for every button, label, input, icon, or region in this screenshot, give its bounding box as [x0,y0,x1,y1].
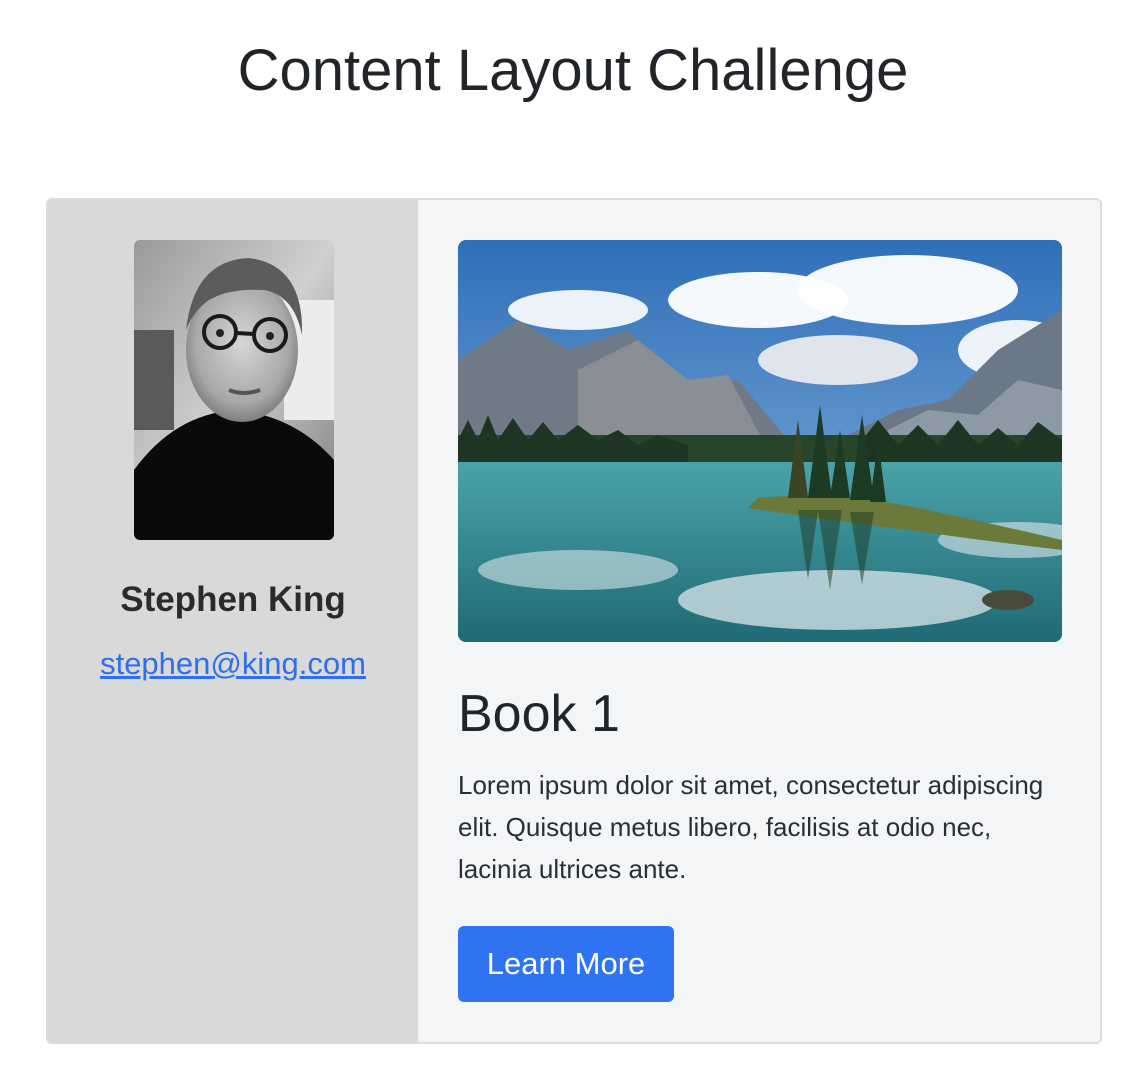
page-title: Content Layout Challenge [237,38,909,103]
author-email-link[interactable]: stephen@king.com [48,646,418,682]
learn-more-button[interactable]: Learn More [458,926,674,1002]
book-description: Lorem ipsum dolor sit amet, consectetur … [458,770,1044,884]
author-name: Stephen King [120,580,346,619]
content-card: Stephen King stephen@king.com Book 1 Lor… [46,198,1102,1044]
author-sidebar: Stephen King stephen@king.com [48,200,418,1042]
author-photo [134,240,334,540]
book-image [458,240,1062,642]
book-title: Book 1 [458,685,620,743]
book-panel: Book 1 Lorem ipsum dolor sit amet, conse… [418,200,1100,1042]
